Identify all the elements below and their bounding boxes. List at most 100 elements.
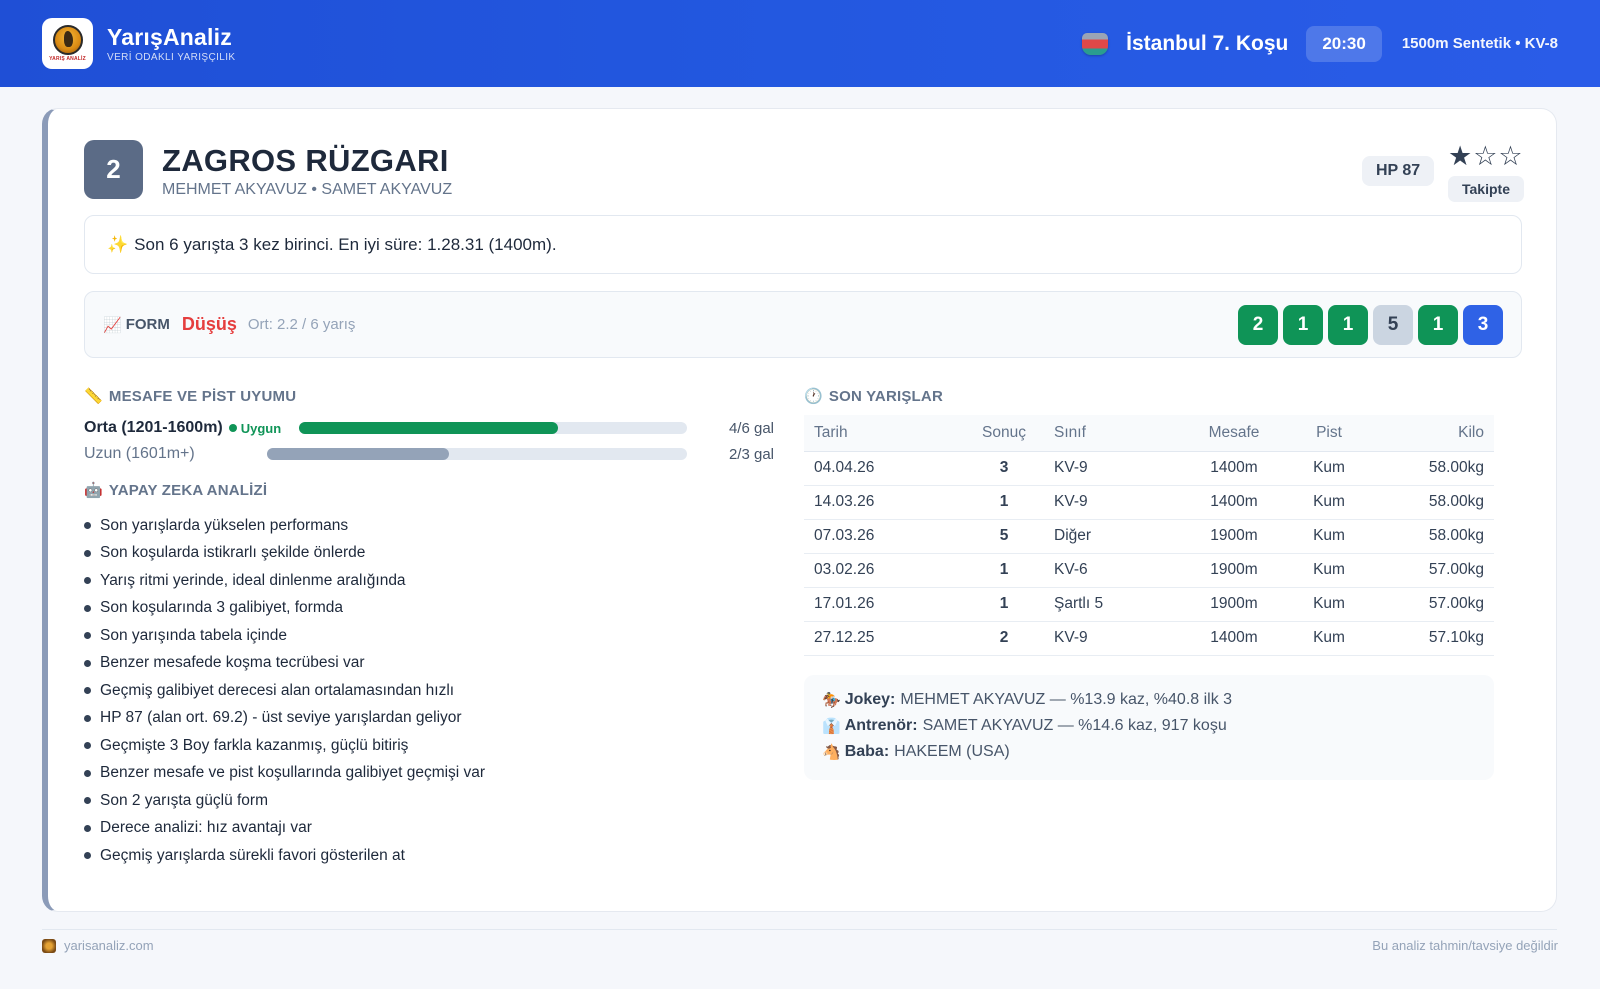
table-row[interactable]: 27.12.25 2 KV-9 1400m Kum 57.10kg: [804, 621, 1494, 656]
race-weight: 58.00kg: [1364, 451, 1494, 486]
table-row[interactable]: 04.04.26 3 KV-9 1400m Kum 58.00kg: [804, 451, 1494, 486]
table-header-row: Tarih Sonuç Sınıf Mesafe Pist Kilo: [804, 415, 1494, 452]
distance-bar-track: [267, 448, 687, 460]
distance-label: Orta (1201-1600m): [84, 419, 223, 436]
jockey-silk-icon: [1082, 32, 1109, 55]
rating-stars-icon[interactable]: ★☆☆: [1448, 141, 1524, 172]
jockey-text: MEHMET AKYAVUZ — %13.9 kaz, %40.8 ilk 3: [900, 691, 1233, 708]
ruler-icon: 📏: [84, 388, 103, 405]
status-dot-icon: [228, 424, 237, 432]
sire-info: 🐴 Baba: HAKEEM (USA): [822, 739, 1476, 765]
distance-section-title: 📏 MESAFE VE PİST UYUMU: [84, 387, 296, 406]
list-item: HP 87 (alan ort. 69.2) - üst seviye yarı…: [84, 705, 485, 733]
race-track: Kum: [1294, 587, 1364, 622]
bullet-icon: [84, 769, 91, 777]
tie-icon: 👔: [822, 718, 841, 735]
col-header-weight[interactable]: Kilo: [1364, 415, 1494, 452]
bullet-icon: [84, 687, 91, 695]
race-track: Kum: [1294, 519, 1364, 554]
list-item: Son 2 yarışta güçlü form: [84, 787, 485, 815]
race-class: Şartlı 5: [1044, 587, 1174, 622]
race-class: KV-6: [1044, 553, 1174, 588]
table-row[interactable]: 03.02.26 1 KV-6 1900m Kum 57.00kg: [804, 553, 1494, 588]
sparkles-icon: ✨: [107, 234, 129, 254]
race-class: Diğer: [1044, 519, 1174, 554]
footer-divider: [42, 929, 1557, 930]
recent-races-table: Tarih Sonuç Sınıf Mesafe Pist Kilo 04.04…: [804, 415, 1494, 656]
form-badge: 5: [1373, 304, 1413, 345]
ai-item-text: Son koşularında 3 galibiyet, formda: [100, 599, 343, 617]
ai-section-title: 🤖 YAPAY ZEKA ANALİZİ: [84, 481, 268, 500]
race-track: Kum: [1294, 485, 1364, 520]
horse-connections: MEHMET AKYAVUZ • SAMET AKYAVUZ: [162, 181, 453, 198]
bullet-icon: [84, 549, 91, 557]
race-meta: 1500m Sentetik • KV-8: [1401, 35, 1558, 52]
col-header-class[interactable]: Sınıf: [1044, 415, 1174, 452]
race-distance: 1400m: [1174, 451, 1294, 486]
race-distance: 1400m: [1174, 485, 1294, 520]
distance-value: 2/3 gal: [728, 445, 774, 463]
horse-card: 2 ZAGROS RÜZGARI MEHMET AKYAVUZ • SAMET …: [42, 108, 1557, 912]
table-row[interactable]: 17.01.26 1 Şartlı 5 1900m Kum 57.00kg: [804, 587, 1494, 622]
highlight-banner: ✨ Son 6 yarışta 3 kez birinci. En iyi sü…: [84, 215, 1522, 274]
distance-label: Uzun (1601m+): [84, 445, 195, 462]
race-class: KV-9: [1044, 621, 1174, 656]
ai-item-text: Son 2 yarışta güçlü form: [100, 791, 268, 809]
bullet-icon: [84, 742, 91, 750]
col-header-track[interactable]: Pist: [1294, 415, 1364, 452]
distance-bar-fill: [299, 422, 558, 434]
bullet-icon: [84, 632, 91, 640]
race-track: Kum: [1294, 621, 1364, 656]
jockey-info: 🏇 Jokey: MEHMET AKYAVUZ — %13.9 kaz, %40…: [822, 687, 1476, 713]
race-date: 04.04.26: [804, 451, 964, 486]
form-badge: 1: [1283, 304, 1323, 345]
bullet-icon: [84, 797, 91, 805]
follow-button[interactable]: Takipte: [1448, 176, 1524, 202]
form-badge: 3: [1463, 304, 1503, 345]
race-date: 27.12.25: [804, 621, 964, 656]
bullet-icon: [84, 604, 91, 612]
connections-info: 🏇 Jokey: MEHMET AKYAVUZ — %13.9 kaz, %40…: [804, 675, 1494, 780]
race-result: 1: [964, 485, 1044, 520]
mini-logo-icon: [42, 938, 56, 953]
form-badge: 1: [1418, 304, 1458, 345]
race-result: 1: [964, 553, 1044, 588]
footer-site[interactable]: yarisanaliz.com: [42, 938, 154, 953]
trainer-text: SAMET AKYAVUZ — %14.6 kaz, 917 koşu: [922, 717, 1227, 734]
form-badges: 211513: [1238, 304, 1503, 345]
table-row[interactable]: 14.03.26 1 KV-9 1400m Kum 58.00kg: [804, 485, 1494, 520]
form-badge: 1: [1328, 304, 1368, 345]
footer-site-text[interactable]: yarisanaliz.com: [64, 938, 154, 953]
col-header-distance[interactable]: Mesafe: [1174, 415, 1294, 452]
suitable-text: Uygun: [240, 420, 282, 436]
clock-icon: 🕐: [804, 388, 823, 405]
distance-bar-track: [299, 422, 687, 434]
ai-item-text: Geçmiş yarışlarda sürekli favori gösteri…: [100, 846, 405, 864]
races-title-text: SON YARIŞLAR: [828, 387, 943, 405]
race-info: İstanbul 7. Koşu 20:30 1500m Sentetik • …: [1082, 25, 1558, 62]
race-date: 17.01.26: [804, 587, 964, 622]
race-time: 20:30: [1306, 25, 1382, 62]
hp-badge: HP 87: [1362, 156, 1435, 186]
ai-item-text: Geçmişte 3 Boy farkla kazanmış, güçlü bi…: [100, 736, 409, 754]
form-trend: Düşüş: [181, 314, 237, 334]
sire-label: Baba:: [844, 743, 890, 760]
sire-text: HAKEEM (USA): [894, 743, 1010, 760]
suitable-tag: Uygun: [228, 420, 282, 436]
distance-bar-fill: [267, 448, 449, 460]
brand: YarışAnaliz VERİ ODAKLI YARIŞÇILIK: [107, 24, 235, 63]
ai-title-text: YAPAY ZEKA ANALİZİ: [108, 481, 268, 499]
race-result: 1: [964, 587, 1044, 622]
race-date: 07.03.26: [804, 519, 964, 554]
brand-logo[interactable]: YARIŞ ANALİZ: [42, 18, 93, 69]
trainer-info: 👔 Antrenör: SAMET AKYAVUZ — %14.6 kaz, 9…: [822, 713, 1476, 739]
col-header-date[interactable]: Tarih: [804, 415, 964, 452]
bullet-icon: [84, 659, 91, 667]
race-track: Kum: [1294, 553, 1364, 588]
races-table-body: 04.04.26 3 KV-9 1400m Kum 58.00kg 14.03.26 1 KV-…: [804, 451, 1494, 656]
bullet-icon: [84, 852, 91, 860]
col-header-result[interactable]: Sonuç: [964, 415, 1044, 452]
ai-item-text: Son yarışlarda yükselen performans: [100, 516, 349, 534]
top-header: YARIŞ ANALİZ YarışAnaliz VERİ ODAKLI YAR…: [0, 0, 1600, 87]
table-row[interactable]: 07.03.26 5 Diğer 1900m Kum 58.00kg: [804, 519, 1494, 554]
